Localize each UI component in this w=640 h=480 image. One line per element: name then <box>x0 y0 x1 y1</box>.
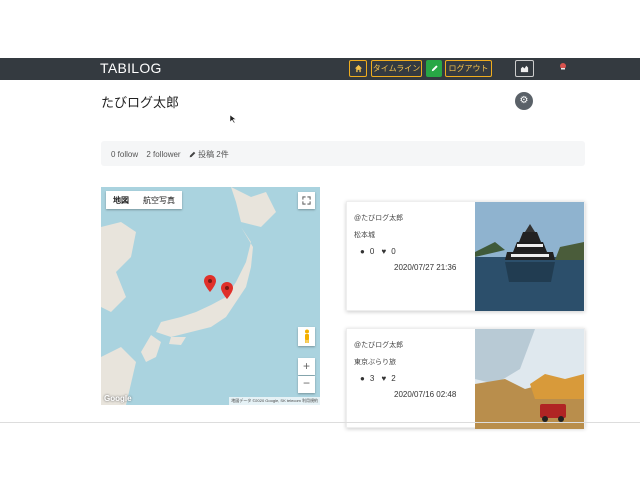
fullscreen-icon <box>302 196 311 205</box>
mouse-cursor-icon <box>229 114 237 124</box>
map-icon <box>520 65 529 73</box>
heart-icon[interactable]: ♥ <box>382 374 387 383</box>
comment-icon: ● <box>360 374 365 383</box>
home-button[interactable] <box>349 60 367 77</box>
home-icon <box>354 64 362 73</box>
map-type-tabs: 地図 航空写真 <box>106 191 182 209</box>
map-attribution[interactable]: 地図データ ©2020 Google, SK telecom 利用規約 <box>229 397 320 405</box>
post-date: 2020/07/16 02:48 <box>394 390 457 399</box>
comment-count: 0 <box>369 247 375 256</box>
settings-gear-icon[interactable]: ⚙ <box>515 92 533 110</box>
street-view-pegman[interactable] <box>298 327 315 346</box>
pencil-icon <box>431 65 438 72</box>
profile-name: たびログ太郎 <box>101 95 180 110</box>
post-title[interactable]: 松本城 <box>354 230 375 240</box>
map-widget[interactable]: 地図 航空写真 + − Google 地図データ ©2020 Google, S… <box>101 187 320 405</box>
follow-count-link[interactable]: 0 follow <box>111 150 138 159</box>
tokyo-photo-image <box>475 329 584 429</box>
bell-icon[interactable] <box>558 62 568 72</box>
timeline-button[interactable]: タイムライン <box>371 60 422 77</box>
post-photo-tokyo[interactable] <box>475 329 584 429</box>
post-author[interactable]: @たびログ太郎 <box>354 213 403 223</box>
map-tab-satellite[interactable]: 航空写真 <box>136 191 182 209</box>
heart-icon[interactable]: ♥ <box>382 247 387 256</box>
pegman-icon <box>304 329 309 343</box>
post-card[interactable]: @たびログ太郎 松本城 ● 0 ♥ 0 2020/07/27 21:36 <box>346 201 585 311</box>
castle-photo-image <box>475 202 584 311</box>
fullscreen-button[interactable] <box>298 192 315 209</box>
post-author[interactable]: @たびログ太郎 <box>354 340 403 350</box>
post-meta: ● 0 ♥ 0 <box>360 247 401 256</box>
post-date: 2020/07/27 21:36 <box>394 263 457 272</box>
google-logo[interactable]: Google <box>104 394 132 403</box>
map-tab-map[interactable]: 地図 <box>106 191 136 209</box>
post-count: 投稿 2件 <box>198 150 229 159</box>
post-photo-castle[interactable] <box>475 202 584 311</box>
page: TABILOG タイムライン ログアウト たびログ太郎 ⚙ 0 follow 2… <box>0 0 640 480</box>
comment-icon: ● <box>360 247 365 256</box>
navbar: TABILOG タイムライン ログアウト <box>0 58 640 80</box>
comment-count: 3 <box>369 374 375 383</box>
logout-button[interactable]: ログアウト <box>445 60 492 77</box>
pencil-icon <box>189 151 196 158</box>
post-title[interactable]: 東京ぶらり旅 <box>354 357 396 367</box>
brand-logo[interactable]: TABILOG <box>100 60 162 76</box>
post-card[interactable]: @たびログ太郎 東京ぶらり旅 ● 3 ♥ 2 2020/07/16 02:48 <box>346 328 585 429</box>
map-pin-tokyo[interactable] <box>221 282 233 299</box>
post-meta: ● 3 ♥ 2 <box>360 374 401 383</box>
profile-stats-bar: 0 follow 2 follower 投稿 2件 <box>101 141 585 166</box>
zoom-in-button[interactable]: + <box>298 358 315 375</box>
map-button[interactable] <box>515 60 534 77</box>
follower-count-link[interactable]: 2 follower <box>146 150 180 159</box>
like-count: 2 <box>391 374 396 383</box>
map-pin-matsumoto[interactable] <box>204 275 216 292</box>
japan-map[interactable] <box>101 187 320 405</box>
like-count: 0 <box>391 247 396 256</box>
bottom-divider <box>0 422 640 423</box>
zoom-out-button[interactable]: − <box>298 376 315 393</box>
new-post-button[interactable] <box>426 60 442 77</box>
